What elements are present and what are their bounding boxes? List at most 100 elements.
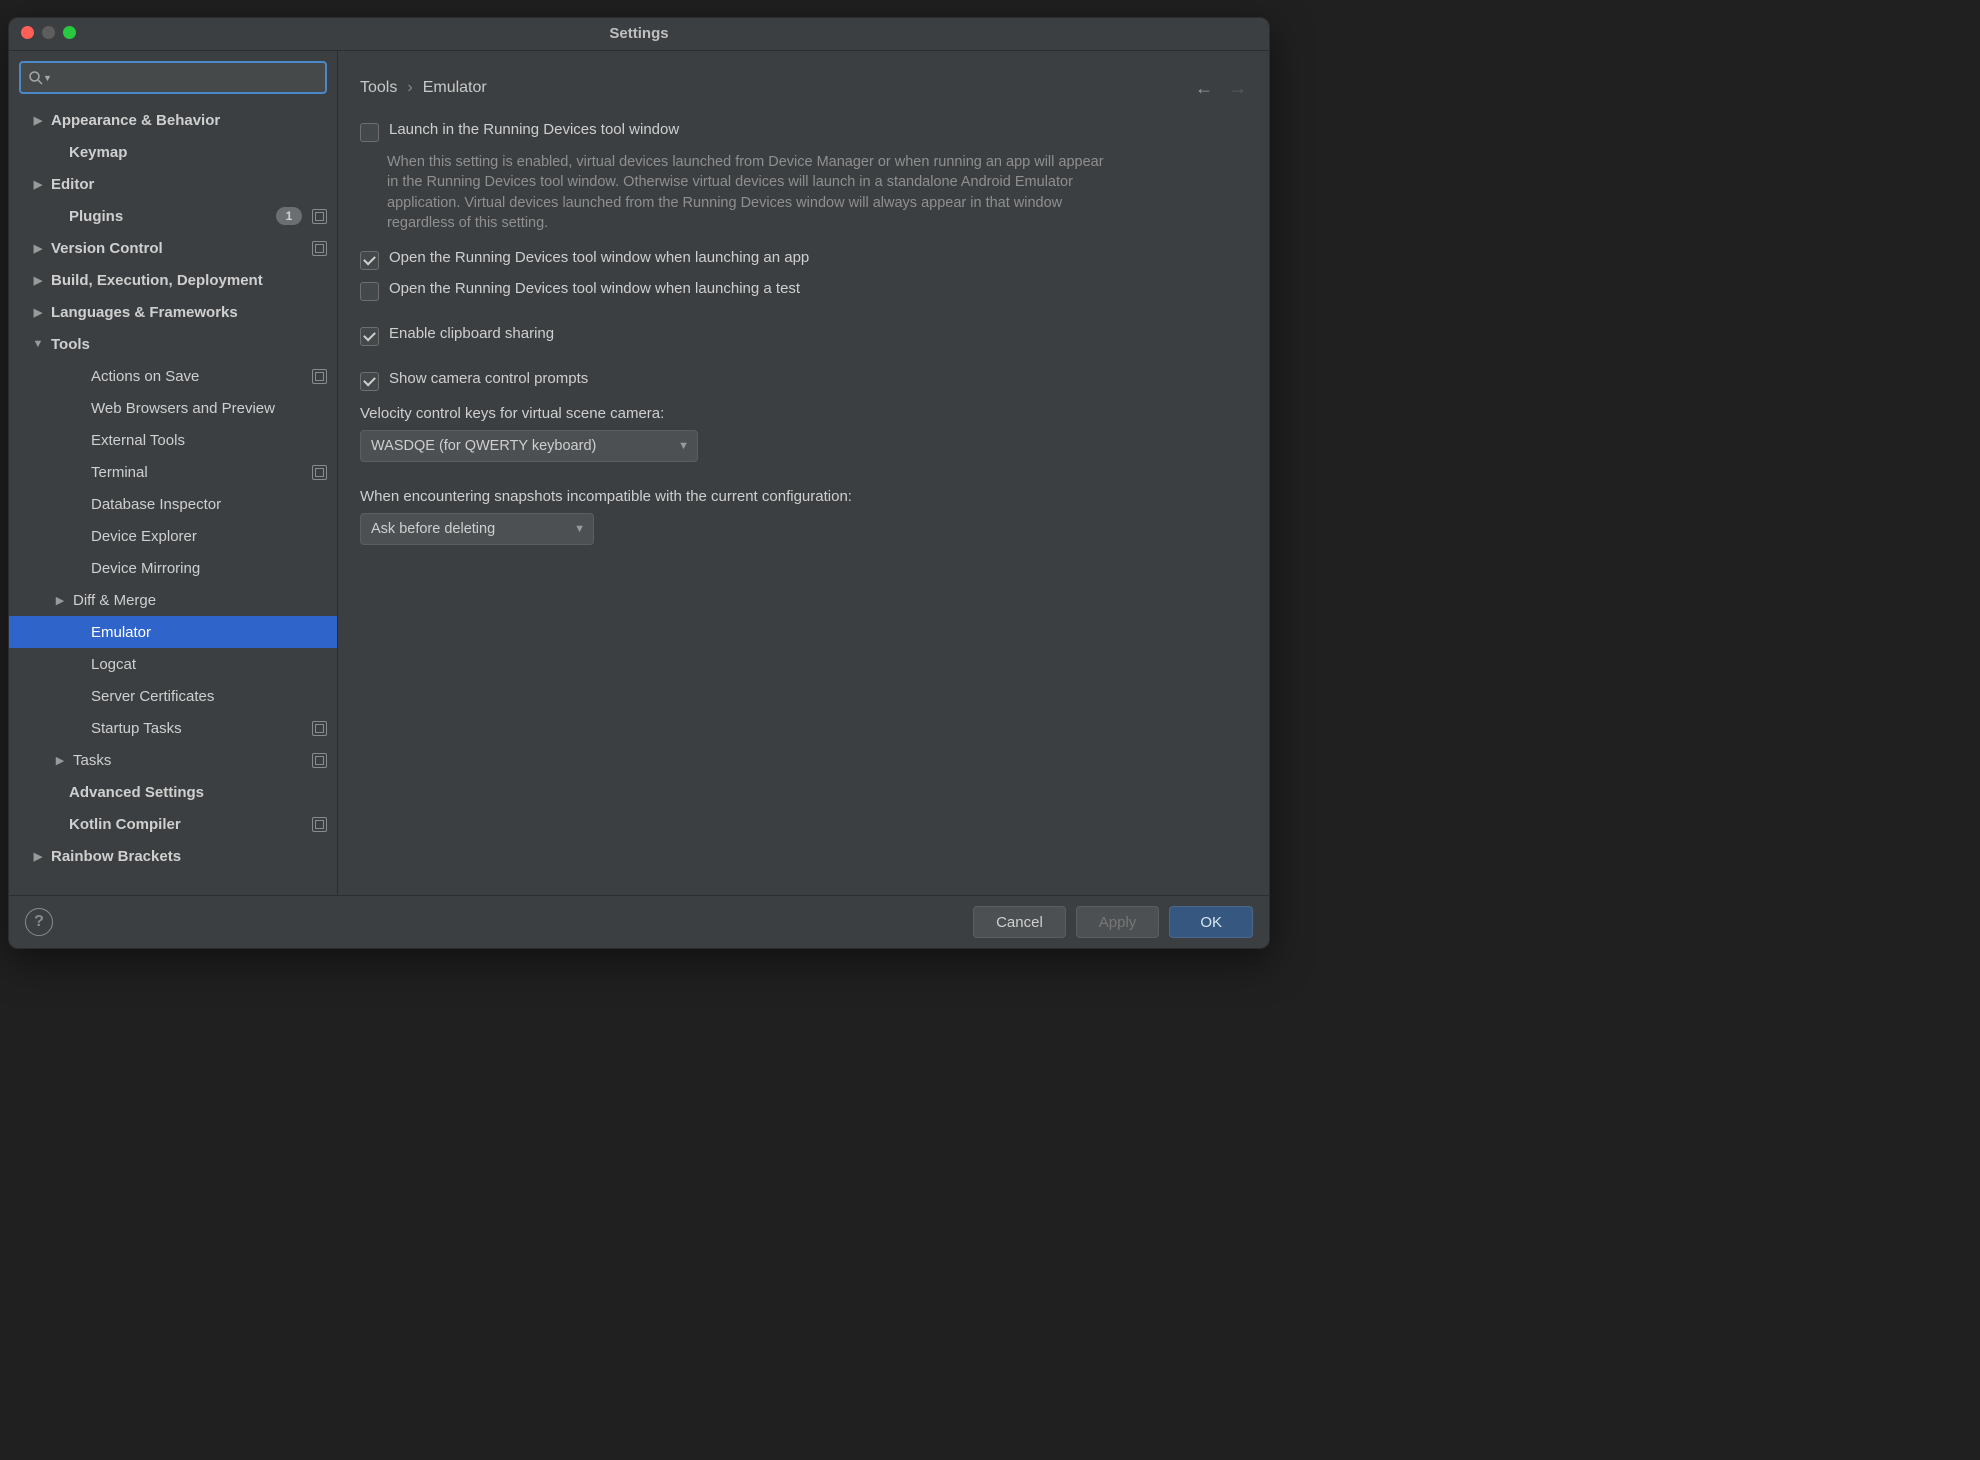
help-button[interactable]: ? [25,908,53,936]
sidebar-item-label: Languages & Frameworks [51,304,238,321]
breadcrumb-leaf: Emulator [423,79,487,97]
content-panel: Tools › Emulator ← → Launch in the Runni… [338,51,1269,895]
chevron-down-icon: ▼ [574,523,585,535]
chevron-right-icon: ▶ [53,594,67,607]
sidebar-item-label: Keymap [69,144,127,161]
chevron-down-icon: ▼ [31,338,45,350]
project-scope-icon [312,721,327,736]
sidebar-item-label: Diff & Merge [73,592,156,609]
chevron-right-icon: ▶ [31,114,45,127]
minimize-window-button[interactable] [42,26,55,39]
launch-in-tool-checkbox[interactable] [360,123,379,142]
open-app-label[interactable]: Open the Running Devices tool window whe… [389,249,809,266]
dialog-title: Settings [609,25,668,42]
clipboard-checkbox[interactable] [360,327,379,346]
search-dropdown-icon[interactable]: ▼ [43,73,52,83]
sidebar-item-label: Device Mirroring [91,560,200,577]
sidebar-item-label: Web Browsers and Preview [91,400,275,417]
snapshot-label: When encountering snapshots incompatible… [360,488,1247,505]
sidebar-item-label: Server Certificates [91,688,214,705]
chevron-right-icon: ▶ [31,306,45,319]
sidebar-item-label: Plugins [69,208,123,225]
sidebar-item-label: Logcat [91,656,136,673]
clipboard-label[interactable]: Enable clipboard sharing [389,325,554,342]
open-test-label[interactable]: Open the Running Devices tool window whe… [389,280,800,297]
sidebar: ▼ ▶Appearance & Behavior▶Keymap▶Editor▶P… [9,51,338,895]
sidebar-item-label: Version Control [51,240,163,257]
sidebar-item[interactable]: ▼ Tools [9,328,337,360]
sidebar-item[interactable]: ▶External Tools [9,424,337,456]
launch-in-tool-description: When this setting is enabled, virtual de… [387,152,1117,233]
sidebar-item-label: Database Inspector [91,496,221,513]
open-test-checkbox[interactable] [360,282,379,301]
velocity-label: Velocity control keys for virtual scene … [360,405,1247,422]
sidebar-item-label: Tools [51,336,90,353]
search-input[interactable]: ▼ [19,61,327,94]
sidebar-item-label: Startup Tasks [91,720,182,737]
settings-tree: ▶Appearance & Behavior▶Keymap▶Editor▶Plu… [9,100,337,895]
sidebar-item[interactable]: ▶Startup Tasks [9,712,337,744]
sidebar-item[interactable]: ▶Device Mirroring [9,552,337,584]
sidebar-item[interactable]: ▶ Diff & Merge [9,584,337,616]
snapshot-value: Ask before deleting [371,521,495,537]
sidebar-item[interactable]: ▶Version Control [9,232,337,264]
project-scope-icon [312,817,327,832]
breadcrumb-sep: › [407,79,412,97]
apply-button[interactable]: Apply [1076,906,1160,938]
launch-in-tool-label[interactable]: Launch in the Running Devices tool windo… [389,121,679,138]
sidebar-item[interactable]: ▶Kotlin Compiler [9,808,337,840]
open-app-checkbox[interactable] [360,251,379,270]
sidebar-item[interactable]: ▶ Appearance & Behavior [9,104,337,136]
titlebar: Settings [9,18,1269,51]
window-controls [21,26,76,39]
sidebar-item[interactable]: ▶Database Inspector [9,488,337,520]
chevron-right-icon: ▶ [53,754,67,767]
camera-label[interactable]: Show camera control prompts [389,370,588,387]
camera-checkbox[interactable] [360,372,379,391]
sidebar-item[interactable]: ▶Terminal [9,456,337,488]
sidebar-item-label: External Tools [91,432,185,449]
maximize-window-button[interactable] [63,26,76,39]
project-scope-icon [312,465,327,480]
sidebar-item-label: Actions on Save [91,368,199,385]
sidebar-item[interactable]: ▶ Rainbow Brackets [9,840,337,872]
sidebar-item-label: Kotlin Compiler [69,816,181,833]
velocity-select[interactable]: WASDQE (for QWERTY keyboard) ▼ [360,430,698,462]
sidebar-item[interactable]: ▶Emulator [9,616,337,648]
nav-back-icon[interactable]: ← [1195,78,1213,99]
snapshot-select[interactable]: Ask before deleting ▼ [360,513,594,545]
chevron-right-icon: ▶ [31,274,45,287]
breadcrumb-root[interactable]: Tools [360,79,397,97]
sidebar-item[interactable]: ▶Advanced Settings [9,776,337,808]
sidebar-item[interactable]: ▶Web Browsers and Preview [9,392,337,424]
sidebar-item-label: Appearance & Behavior [51,112,220,129]
update-badge: 1 [276,207,302,225]
sidebar-item[interactable]: ▶Editor [9,168,337,200]
sidebar-item[interactable]: ▶Logcat [9,648,337,680]
sidebar-item[interactable]: ▶Actions on Save [9,360,337,392]
sidebar-item[interactable]: ▶Server Certificates [9,680,337,712]
sidebar-item[interactable]: ▶ Tasks [9,744,337,776]
sidebar-item[interactable]: ▶Plugins1 [9,200,337,232]
velocity-value: WASDQE (for QWERTY keyboard) [371,438,596,454]
sidebar-item[interactable]: ▶Keymap [9,136,337,168]
chevron-down-icon: ▼ [678,440,689,452]
sidebar-item[interactable]: ▶Device Explorer [9,520,337,552]
sidebar-item[interactable]: ▶ Languages & Frameworks [9,296,337,328]
project-scope-icon [312,753,327,768]
project-scope-icon [312,209,327,224]
cancel-button[interactable]: Cancel [973,906,1066,938]
sidebar-item[interactable]: ▶Build, Execution, Deployment [9,264,337,296]
ok-button[interactable]: OK [1169,906,1253,938]
sidebar-item-label: Device Explorer [91,528,197,545]
sidebar-item-label: Tasks [73,752,111,769]
chevron-right-icon: ▶ [31,850,45,863]
nav-forward-icon: → [1229,78,1247,99]
sidebar-item-label: Rainbow Brackets [51,848,181,865]
search-field[interactable] [56,69,319,87]
close-window-button[interactable] [21,26,34,39]
sidebar-item-label: Advanced Settings [69,784,204,801]
settings-dialog: Settings ▼ ▶Appearance & Behavior▶Keymap… [8,17,1270,949]
project-scope-icon [312,369,327,384]
sidebar-item-label: Terminal [91,464,148,481]
